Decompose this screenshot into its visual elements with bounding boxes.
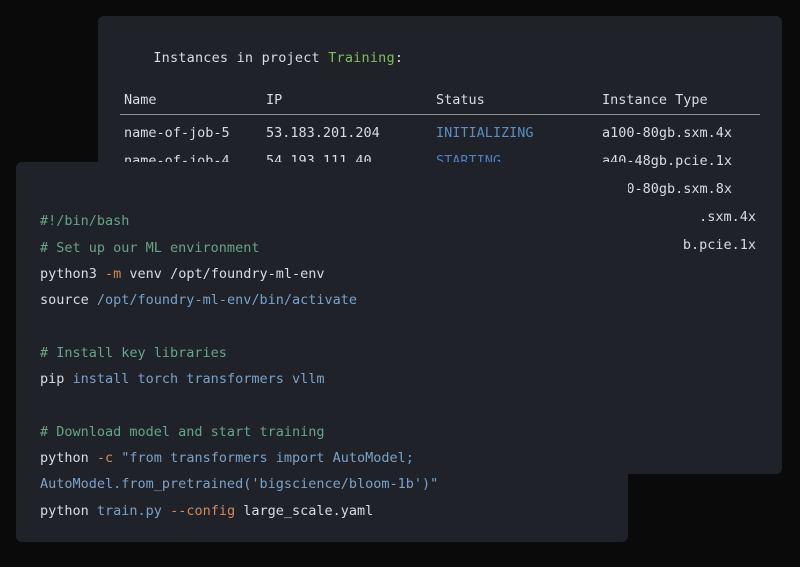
- cmd-python-c: python: [40, 450, 97, 466]
- py-inline-1: "from transformers import AutoModel;: [113, 450, 414, 466]
- venv-path-arg: venv /opt/foundry-ml-env: [121, 266, 324, 282]
- shebang: #!/bin/bash: [40, 213, 129, 229]
- instances-header: Instances in project Training:: [120, 34, 760, 82]
- activate-path: /opt/foundry-ml-env/bin/activate: [97, 292, 357, 308]
- cell-status: INITIALIZING: [436, 125, 602, 141]
- flag-m: -m: [105, 266, 121, 282]
- script-code: #!/bin/bash # Set up our ML environment …: [40, 182, 604, 524]
- cmd-source: source: [40, 292, 97, 308]
- col-status: Status: [436, 92, 602, 108]
- cmd-venv: python3: [40, 266, 105, 282]
- cell-ip: 53.183.201.204: [266, 125, 436, 141]
- config-arg: large_scale.yaml: [235, 503, 373, 519]
- flag-c: -c: [97, 450, 113, 466]
- table-header-row: Name IP Status Instance Type: [120, 86, 760, 115]
- pip-args: install torch transformers vllm: [73, 371, 325, 387]
- comment-env: # Set up our ML environment: [40, 240, 259, 256]
- col-type: Instance Type: [602, 92, 756, 108]
- col-ip: IP: [266, 92, 436, 108]
- project-name: Training: [328, 50, 395, 66]
- table-row[interactable]: name-of-job-553.183.201.204INITIALIZINGa…: [120, 115, 760, 147]
- col-name: Name: [124, 92, 266, 108]
- cell-type: a100-80gb.sxm.4x: [602, 125, 756, 141]
- cmd-python-train: python: [40, 503, 97, 519]
- comment-libs: # Install key libraries: [40, 345, 227, 361]
- py-inline-2: AutoModel.from_pretrained('bigscience/bl…: [40, 476, 438, 492]
- train-file: train.py: [97, 503, 170, 519]
- flag-config: --config: [170, 503, 235, 519]
- header-suffix: :: [395, 50, 403, 66]
- cmd-pip: pip: [40, 371, 73, 387]
- header-prefix: Instances in project: [153, 50, 328, 66]
- comment-train: # Download model and start training: [40, 424, 324, 440]
- script-panel: #!/bin/bash # Set up our ML environment …: [16, 162, 628, 542]
- cell-name: name-of-job-5: [124, 125, 266, 141]
